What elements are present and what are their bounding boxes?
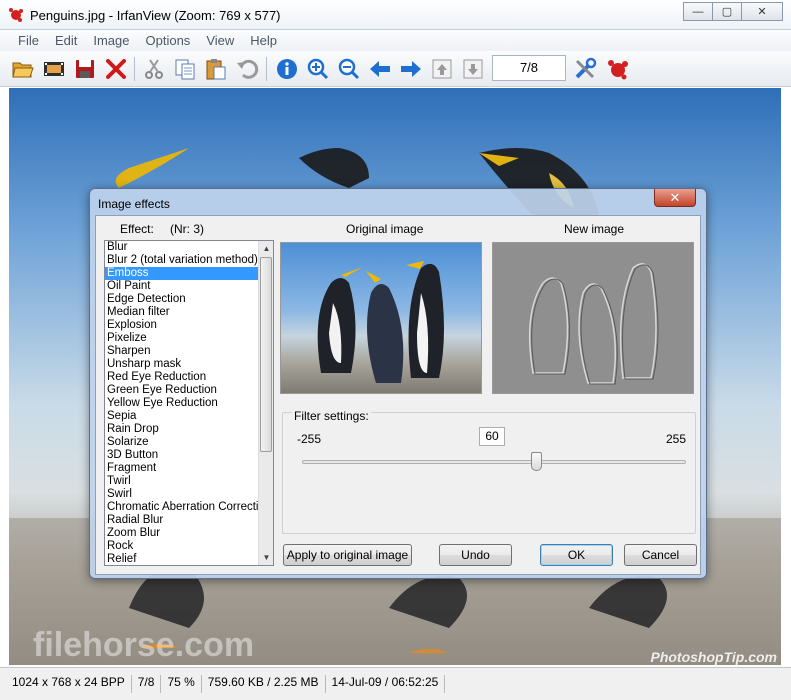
status-filesize: 759.60 KB / 2.25 MB — [202, 675, 326, 693]
effect-label: Effect: — [120, 222, 154, 236]
original-image-label: Original image — [346, 222, 424, 236]
effect-list-item[interactable]: Unsharp mask — [105, 358, 273, 371]
effect-list-item[interactable]: Edge Detection — [105, 293, 273, 306]
effect-list-item[interactable]: Swirl — [105, 488, 273, 501]
effect-list-item[interactable]: Fragment — [105, 462, 273, 475]
status-dimensions: 1024 x 768 x 24 BPP — [6, 675, 132, 693]
effect-list-item[interactable]: Green Eye Reduction — [105, 384, 273, 397]
effect-list-item[interactable]: Solarize — [105, 436, 273, 449]
toolbar — [0, 51, 791, 87]
menu-edit[interactable]: Edit — [47, 31, 85, 51]
delete-icon[interactable] — [103, 56, 129, 82]
apply-to-original-button[interactable]: Apply to original image — [283, 544, 412, 566]
effect-list-item[interactable]: 3D Button — [105, 449, 273, 462]
status-bar: 1024 x 768 x 24 BPP 7/8 75 % 759.60 KB /… — [0, 667, 791, 700]
undo-button[interactable]: Undo — [439, 544, 512, 566]
paste-icon[interactable] — [203, 56, 229, 82]
copy-icon[interactable] — [172, 56, 198, 82]
effect-list-item[interactable]: Red Eye Reduction — [105, 371, 273, 384]
ok-button[interactable]: OK — [540, 544, 613, 566]
irfanview-logo-icon[interactable] — [605, 56, 631, 82]
menu-options[interactable]: Options — [138, 31, 199, 51]
dialog-body: Effect: (Nr: 3) Original image New image… — [95, 215, 701, 575]
filter-value-field[interactable]: 60 — [479, 427, 505, 446]
scroll-up-icon[interactable]: ▲ — [259, 241, 273, 256]
open-icon[interactable] — [10, 56, 36, 82]
info-icon[interactable] — [274, 56, 300, 82]
effect-list-item[interactable]: Twirl — [105, 475, 273, 488]
effect-list-item[interactable]: Zoom Blur — [105, 527, 273, 540]
effect-list-item[interactable]: Rain Drop — [105, 423, 273, 436]
effect-list-item[interactable]: Radial Blur — [105, 514, 273, 527]
original-image-preview — [280, 242, 482, 394]
menu-bar: File Edit Image Options View Help — [0, 31, 791, 51]
photoshoptip-watermark: PhotoshopTip.com — [650, 649, 777, 665]
cut-icon[interactable] — [141, 56, 167, 82]
page-indicator: 7/8 — [492, 55, 566, 81]
effect-list-item[interactable]: Oil Paint — [105, 280, 273, 293]
effect-list-item[interactable]: Explosion — [105, 319, 273, 332]
window-title: Penguins.jpg - IrfanView (Zoom: 769 x 57… — [30, 8, 281, 23]
effect-list-item[interactable]: Relief — [105, 553, 273, 565]
zoom-out-icon[interactable] — [336, 56, 362, 82]
previous-icon[interactable] — [367, 56, 393, 82]
status-zoom: 75 % — [161, 675, 202, 693]
effect-list-item[interactable]: Rock — [105, 540, 273, 553]
menu-image[interactable]: Image — [85, 31, 137, 51]
effect-list-scrollbar[interactable]: ▲ ▼ — [258, 241, 273, 565]
slideshow-icon[interactable] — [41, 56, 67, 82]
menu-view[interactable]: View — [198, 31, 242, 51]
effect-list-item[interactable]: Pixelize — [105, 332, 273, 345]
close-window-button[interactable]: ✕ — [741, 2, 783, 21]
next-icon[interactable] — [398, 56, 424, 82]
effect-list-item[interactable]: Blur 2 (total variation method) — [105, 254, 273, 267]
effect-list-item[interactable]: Sepia — [105, 410, 273, 423]
last-page-icon[interactable] — [460, 56, 486, 82]
zoom-in-icon[interactable] — [305, 56, 331, 82]
settings-icon[interactable] — [572, 56, 598, 82]
filter-slider-track[interactable] — [302, 460, 686, 464]
effect-list-item[interactable]: Sharpen — [105, 345, 273, 358]
dialog-title: Image effects — [98, 197, 170, 211]
status-datetime: 14-Jul-09 / 06:52:25 — [326, 675, 446, 693]
title-bar: Penguins.jpg - IrfanView (Zoom: 769 x 57… — [0, 0, 791, 30]
effect-list[interactable]: Blur Blur 2 (total variation method) Embos… — [104, 240, 274, 566]
toolbar-separator — [134, 57, 135, 81]
toolbar-separator — [266, 57, 267, 81]
cancel-button[interactable]: Cancel — [624, 544, 697, 566]
first-page-icon[interactable] — [429, 56, 455, 82]
undo-icon[interactable] — [234, 56, 260, 82]
scroll-down-icon[interactable]: ▼ — [259, 550, 273, 565]
image-effects-dialog: Image effects ✕ Effect: (Nr: 3) Original… — [89, 188, 707, 579]
effect-list-item[interactable]: Median filter — [105, 306, 273, 319]
effect-list-item[interactable]: Chromatic Aberration Correction — [105, 501, 273, 514]
dialog-close-button[interactable]: ✕ — [654, 189, 696, 207]
effect-list-item[interactable]: Yellow Eye Reduction — [105, 397, 273, 410]
irfanview-app-icon — [9, 8, 23, 22]
filehorse-watermark: filehorse.com — [33, 626, 255, 664]
slider-max-label: 255 — [666, 432, 687, 446]
menu-help[interactable]: Help — [242, 31, 285, 51]
status-index: 7/8 — [132, 675, 162, 693]
new-image-preview — [492, 242, 694, 394]
new-image-label: New image — [564, 222, 625, 236]
effect-list-item[interactable]: Emboss — [105, 267, 273, 280]
minimize-button[interactable]: — — [683, 2, 713, 21]
slider-min-label: -255 — [297, 432, 322, 446]
scrollbar-thumb[interactable] — [260, 257, 272, 452]
save-icon[interactable] — [72, 56, 98, 82]
maximize-button[interactable]: ▢ — [712, 2, 742, 21]
filter-settings-label: Filter settings: — [292, 409, 371, 423]
effect-list-item[interactable]: Blur — [105, 241, 273, 254]
menu-file[interactable]: File — [10, 31, 47, 51]
effect-number-label: (Nr: 3) — [170, 222, 204, 236]
filter-slider-thumb[interactable] — [531, 452, 542, 471]
